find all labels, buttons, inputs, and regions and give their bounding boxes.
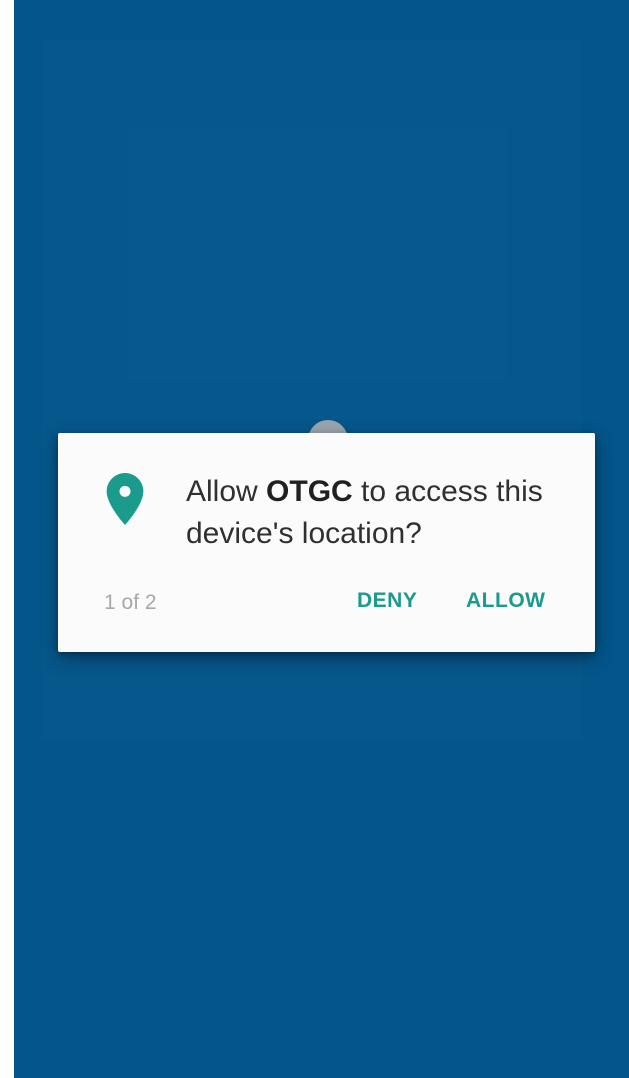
allow-button[interactable]: ALLOW — [466, 589, 545, 613]
permission-counter: 1 of 2 — [104, 591, 157, 614]
deny-button[interactable]: DENY — [357, 589, 417, 613]
app-background: Allow OTGC to access this device's locat… — [14, 0, 629, 1078]
message-prefix: Allow — [186, 475, 267, 508]
permission-message: Allow OTGC to access this device's locat… — [186, 471, 576, 555]
permission-dialog: Allow OTGC to access this device's locat… — [58, 433, 595, 652]
location-pin-icon — [106, 473, 144, 525]
app-name: OTGC — [266, 475, 353, 508]
